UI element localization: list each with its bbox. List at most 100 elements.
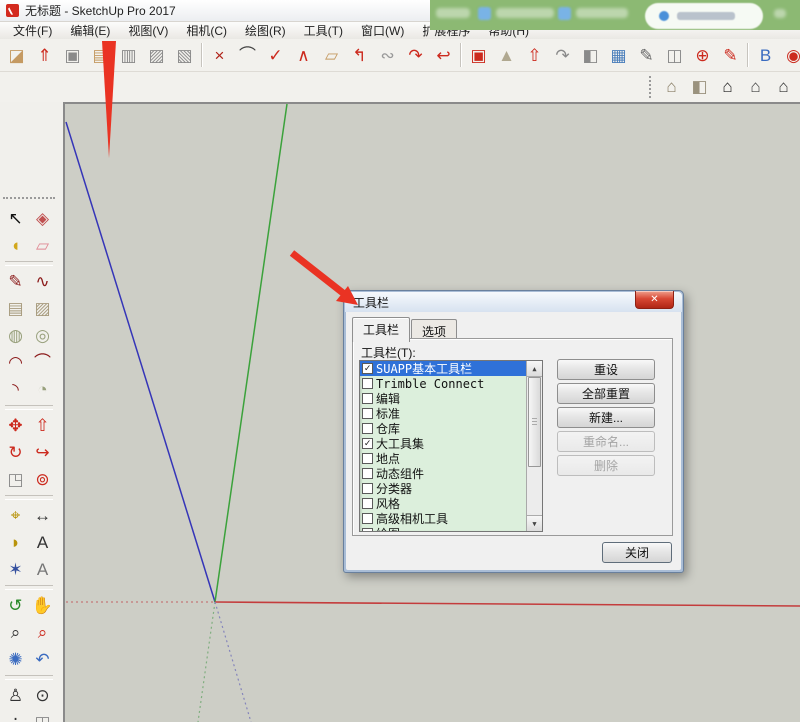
toolbar-list-item[interactable]: 地点 (360, 451, 526, 466)
suapp-fence-icon[interactable]: ▥ (116, 43, 141, 68)
offset-icon[interactable]: ⊚ (30, 466, 56, 493)
checkbox[interactable]: ✓ (362, 438, 373, 449)
suapp-extrude-icon[interactable]: ⇑ (32, 43, 57, 68)
follow-me-icon[interactable]: ↪ (30, 439, 56, 466)
section-plane-icon[interactable]: ◰ (30, 709, 56, 722)
toolbar-drag-handle[interactable] (3, 197, 55, 203)
bim-b-icon[interactable]: B (753, 43, 778, 68)
curve-check-icon[interactable]: ✓ (263, 43, 288, 68)
style-house-roof-icon[interactable]: ⌂ (743, 74, 768, 99)
red-pen-icon[interactable]: ✎ (718, 43, 743, 68)
position-camera-icon[interactable]: ♙ (3, 682, 29, 709)
checkbox[interactable] (362, 483, 373, 494)
bezier-beads-icon[interactable]: ∾ (375, 43, 400, 68)
peak-face-icon[interactable]: ∧ (291, 43, 316, 68)
suapp-logo-icon[interactable]: ◉ (781, 43, 800, 68)
suapp-louver-alt-icon[interactable]: ▧ (172, 43, 197, 68)
reset-all-button[interactable]: 全部重置 (557, 383, 655, 404)
3d-text-icon[interactable]: A (30, 556, 56, 583)
fold-back-icon[interactable]: ↩ (431, 43, 456, 68)
axes-icon[interactable]: ✶ (3, 556, 29, 583)
push-pull-icon[interactable]: ⇧ (30, 412, 56, 439)
tab-toolbars[interactable]: 工具栏 (352, 317, 410, 342)
toolbar-list-item[interactable]: 编辑 (360, 391, 526, 406)
face-tool-icon[interactable]: ▱ (319, 43, 344, 68)
arc-cursor-icon[interactable]: ⌒ (235, 43, 260, 68)
checkbox[interactable] (362, 498, 373, 509)
suapp-louver-icon[interactable]: ▨ (144, 43, 169, 68)
checkbox[interactable] (362, 408, 373, 419)
toolbars-list[interactable]: ✓ SUAPP基本工具栏 Trimble Connect 编辑 标准 (359, 360, 543, 532)
toolbar-list-item[interactable]: 高级相机工具 (360, 511, 526, 526)
menu-camera[interactable]: 相机(C) (177, 21, 236, 40)
zoom-icon[interactable]: ⌕ (3, 619, 29, 646)
polygon-icon[interactable]: ◎ (30, 322, 56, 349)
menu-window[interactable]: 窗口(W) (352, 21, 413, 40)
dialog-close-button[interactable]: ✕ (635, 291, 674, 309)
toolbar-list-item[interactable]: Trimble Connect (360, 376, 526, 391)
rotate-icon[interactable]: ↻ (3, 439, 29, 466)
dialog-titlebar[interactable]: 工具栏 ✕ (345, 292, 682, 312)
fold-book-icon[interactable]: ◫ (662, 43, 687, 68)
text-icon[interactable]: A (30, 529, 56, 556)
scroll-up-button[interactable]: ▲ (527, 361, 542, 377)
arc-icon[interactable]: ◠ (3, 349, 29, 376)
previous-view-icon[interactable]: ↶ (30, 646, 56, 673)
checkbox[interactable] (362, 528, 373, 531)
note-dropper-icon[interactable]: ✎ (634, 43, 659, 68)
checkbox[interactable] (362, 453, 373, 464)
protractor-icon[interactable]: ◗ (3, 529, 29, 556)
style-box-icon[interactable]: ◧ (687, 74, 712, 99)
orbit-icon[interactable]: ↺ (3, 592, 29, 619)
circle-icon[interactable]: ◍ (3, 322, 29, 349)
fold-surface-icon[interactable]: ▲ (494, 43, 519, 68)
suapp-wall-icon[interactable]: ▤ (88, 43, 113, 68)
stamp-box-icon[interactable]: ▣ (466, 43, 491, 68)
menu-view[interactable]: 视图(V) (119, 21, 177, 40)
freehand-icon[interactable]: ∿ (30, 268, 56, 295)
scroll-down-button[interactable]: ▼ (527, 515, 542, 531)
lift-box-icon[interactable]: ⇧ (522, 43, 547, 68)
scroll-thumb[interactable] (528, 377, 541, 467)
toolbar-list-item[interactable]: ✓ 大工具集 (360, 436, 526, 451)
tape-measure-icon[interactable]: ⌖ (3, 502, 29, 529)
menu-edit[interactable]: 编辑(E) (61, 21, 119, 40)
toolbar-list-item[interactable]: ✓ SUAPP基本工具栏 (360, 361, 526, 376)
checkbox[interactable] (362, 393, 373, 404)
reset-button[interactable]: 重设 (557, 359, 655, 380)
checkbox[interactable] (362, 378, 373, 389)
toolbar-drag-handle[interactable] (649, 76, 655, 98)
rename-button[interactable]: 重命名... (557, 431, 655, 452)
zoom-extents-icon[interactable]: ✺ (3, 646, 29, 673)
suapp-window-icon[interactable]: ▣ (60, 43, 85, 68)
suapp-fold-face-icon[interactable]: ◪ (4, 43, 29, 68)
style-house-shaded-icon[interactable]: ⌂ (659, 74, 684, 99)
hook-curve-icon[interactable]: ↷ (403, 43, 428, 68)
pan-icon[interactable]: ✋ (30, 592, 56, 619)
delete-button[interactable]: 删除 (557, 455, 655, 476)
paint-bucket-icon[interactable]: ◖ (3, 232, 29, 259)
walk-icon[interactable]: ∴ (3, 709, 29, 722)
menu-tools[interactable]: 工具(T) (295, 21, 352, 40)
arc-arrow-icon[interactable]: ↷ (550, 43, 575, 68)
toolbar-list-item[interactable]: 动态组件 (360, 466, 526, 481)
two-point-arc-icon[interactable]: ⌒ (30, 349, 56, 376)
toolbar-list-item[interactable]: 分类器 (360, 481, 526, 496)
curve-erase-icon[interactable]: × (207, 43, 232, 68)
make-component-icon[interactable]: ◈ (30, 205, 56, 232)
toolbar-list-item[interactable]: 风格 (360, 496, 526, 511)
solid-box-icon[interactable]: ◧ (578, 43, 603, 68)
toolbar-list-item[interactable]: 仓库 (360, 421, 526, 436)
look-around-icon[interactable]: ⊙ (30, 682, 56, 709)
new-button[interactable]: 新建... (557, 407, 655, 428)
zoom-window-icon[interactable]: ⌕ (30, 619, 56, 646)
menu-file[interactable]: 文件(F) (4, 21, 61, 40)
component-array-icon[interactable]: ▦ (606, 43, 631, 68)
checkbox[interactable] (362, 513, 373, 524)
dimension-icon[interactable]: ↔ (30, 502, 56, 529)
menu-draw[interactable]: 绘图(R) (236, 21, 295, 40)
checkbox[interactable]: ✓ (362, 363, 373, 374)
axis-target-icon[interactable]: ⊕ (690, 43, 715, 68)
line-tool-icon[interactable]: ✎ (3, 268, 29, 295)
rectangle-icon[interactable]: ▤ (3, 295, 29, 322)
